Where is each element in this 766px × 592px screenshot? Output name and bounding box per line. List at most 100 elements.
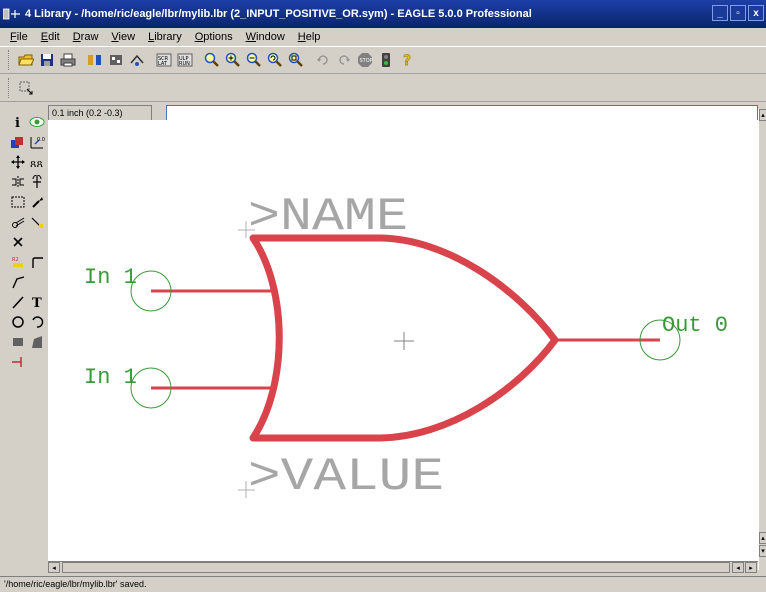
- vertical-scrollbar[interactable]: ▴ ▴ ▾: [758, 109, 766, 570]
- menu-draw[interactable]: Draw: [73, 31, 99, 43]
- svg-text:STOP: STOP: [359, 58, 372, 64]
- menu-file-label: ile: [16, 31, 28, 43]
- menu-window-mnemonic: W: [245, 31, 257, 43]
- command-line[interactable]: [166, 105, 758, 121]
- toolbar-grip[interactable]: [8, 78, 11, 98]
- menu-library[interactable]: Library: [148, 31, 182, 43]
- group-icon[interactable]: [10, 193, 26, 211]
- board-icon[interactable]: [106, 51, 125, 70]
- toolbox-row: ጸጸ: [0, 152, 48, 172]
- use-library-icon[interactable]: [127, 51, 146, 70]
- command-input[interactable]: [167, 106, 757, 120]
- open-icon[interactable]: [16, 51, 35, 70]
- info-icon[interactable]: i: [10, 113, 26, 131]
- svg-text:0.0: 0.0: [37, 137, 45, 143]
- menu-edit[interactable]: Edit: [41, 31, 60, 43]
- help-icon[interactable]: ?: [397, 51, 416, 70]
- coordinate-readout: 0.1 inch (0.2 -0.3): [48, 105, 152, 121]
- menu-edit-mnemonic: E: [40, 31, 49, 43]
- wire-icon[interactable]: [10, 293, 26, 311]
- redo-icon[interactable]: [334, 51, 353, 70]
- undo-icon[interactable]: [313, 51, 332, 70]
- horizontal-scrollbar[interactable]: ◂ ◂ ▸: [48, 561, 758, 573]
- close-button[interactable]: x: [748, 5, 764, 21]
- eagle-app-icon[interactable]: [3, 5, 23, 23]
- display-icon[interactable]: [10, 133, 26, 151]
- menu-library-label: ibrary: [154, 31, 182, 43]
- rect-icon[interactable]: [10, 333, 26, 351]
- move-icon[interactable]: [10, 153, 26, 171]
- toolbar-grip[interactable]: [8, 50, 11, 70]
- drawing-canvas[interactable]: >NAME >VALUE In 1 In 1 Out 0: [48, 120, 758, 561]
- menu-view-mnemonic: V: [111, 31, 119, 43]
- mirror-icon[interactable]: [10, 173, 26, 191]
- input-pin-1-label: In 1: [84, 265, 137, 290]
- scroll-up-arrow-lower[interactable]: ▴: [759, 532, 766, 544]
- window-title: 4 Library - /home/ric/eagle/lbr/mylib.lb…: [25, 8, 532, 20]
- name-icon[interactable]: R2: [10, 253, 26, 271]
- scroll-left-arrow-right[interactable]: ◂: [732, 562, 744, 573]
- scroll-right-arrow[interactable]: ▸: [745, 562, 757, 573]
- scroll-thumb[interactable]: [62, 562, 730, 573]
- svg-text:R2: R2: [12, 257, 19, 263]
- menu-help-mnemonic: H: [297, 31, 306, 43]
- minimize-button[interactable]: _: [712, 5, 728, 21]
- copy-icon[interactable]: ጸጸ: [29, 153, 45, 171]
- zoom-fit-icon[interactable]: [202, 51, 221, 70]
- empty-slot: [29, 353, 45, 371]
- ulp-icon[interactable]: ULP RUN: [175, 51, 194, 70]
- zoom-select-icon[interactable]: [286, 51, 305, 70]
- redraw-icon[interactable]: [265, 51, 284, 70]
- bend-wire-icon[interactable]: [29, 253, 45, 271]
- text-icon[interactable]: T: [29, 293, 45, 311]
- title-bar[interactable]: 4 Library - /home/ric/eagle/lbr/mylib.lb…: [0, 0, 766, 28]
- menu-help[interactable]: Help: [298, 31, 321, 43]
- change-icon[interactable]: [29, 193, 45, 211]
- toolbox-row: R2: [0, 252, 48, 272]
- stop-icon[interactable]: STOP: [355, 51, 374, 70]
- menu-draw-label: raw: [80, 31, 99, 43]
- scroll-down-arrow[interactable]: ▾: [759, 545, 766, 557]
- toolbox-row: [0, 232, 48, 252]
- cam-processor-icon[interactable]: [85, 51, 104, 70]
- menu-file[interactable]: File: [10, 31, 28, 43]
- zoom-out-icon[interactable]: [244, 51, 263, 70]
- value-label[interactable]: >VALUE: [248, 451, 444, 503]
- scroll-up-arrow[interactable]: ▴: [759, 109, 766, 121]
- script-icon[interactable]: SCR LAT: [154, 51, 173, 70]
- toolbox-row: i: [0, 112, 48, 132]
- maximize-button[interactable]: ▫: [730, 5, 746, 21]
- cut-icon[interactable]: [10, 213, 26, 231]
- menu-options[interactable]: Options: [195, 31, 233, 43]
- circle-icon[interactable]: [10, 313, 26, 331]
- print-icon[interactable]: [58, 51, 77, 70]
- toolbox-row: T: [0, 292, 48, 312]
- toolbox-row: [0, 312, 48, 332]
- toolbox-row: [0, 352, 48, 372]
- svg-text:RUN: RUN: [179, 61, 190, 67]
- layer-select-icon[interactable]: [16, 79, 35, 98]
- menu-view[interactable]: View: [111, 31, 135, 43]
- pin-icon[interactable]: [10, 353, 26, 371]
- polygon-icon[interactable]: [29, 333, 45, 351]
- scroll-left-arrow[interactable]: ◂: [48, 562, 60, 573]
- eagle-window: 4 Library - /home/ric/eagle/lbr/mylib.lb…: [0, 0, 766, 592]
- split-icon[interactable]: [10, 273, 26, 291]
- window-controls: _ ▫ x: [712, 5, 764, 21]
- show-icon[interactable]: [29, 113, 45, 131]
- delete-icon[interactable]: [10, 233, 26, 251]
- rotate-icon[interactable]: [29, 173, 45, 191]
- zoom-in-icon[interactable]: [223, 51, 242, 70]
- toolbox-row: [0, 272, 48, 292]
- paste-icon[interactable]: [29, 213, 45, 231]
- svg-text:ጸጸ: ጸጸ: [30, 157, 43, 169]
- mark-icon[interactable]: 0.0: [29, 133, 45, 151]
- menu-draw-mnemonic: D: [72, 31, 81, 43]
- arc-icon[interactable]: [29, 313, 45, 331]
- save-icon[interactable]: [37, 51, 56, 70]
- menu-window[interactable]: Window: [246, 31, 285, 43]
- go-icon[interactable]: [376, 51, 395, 70]
- svg-text:i: i: [15, 116, 20, 129]
- menu-bar: File Edit Draw View Library Options Wind…: [0, 28, 766, 46]
- svg-text:LAT: LAT: [158, 61, 168, 67]
